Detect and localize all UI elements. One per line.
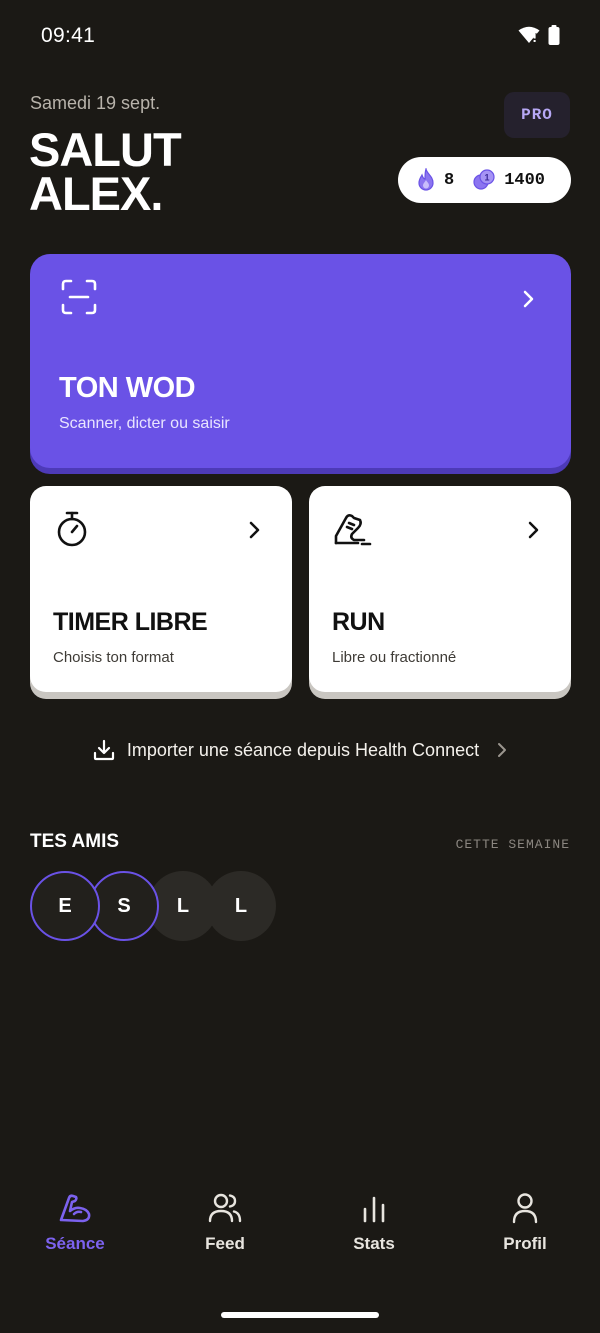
wod-title: TON WOD (59, 372, 196, 404)
streak-stat: 8 (416, 168, 454, 192)
run-card-title: RUN (332, 608, 385, 636)
users-icon (208, 1193, 242, 1223)
coins-icon: 1 (473, 169, 495, 190)
chevron-right-icon (523, 290, 534, 308)
nav-label-feed: Feed (205, 1234, 245, 1253)
nav-label-seance: Séance (45, 1234, 105, 1253)
home-indicator[interactable] (221, 1312, 379, 1318)
bar-chart-icon (363, 1196, 385, 1223)
nav-item-profil[interactable]: Profil (465, 1190, 585, 1254)
scan-icon (61, 279, 97, 315)
friends-period-label: CETTE SEMAINE (455, 837, 570, 852)
chevron-right-icon (498, 743, 507, 757)
running-shoe-icon (334, 514, 372, 546)
nav-item-stats[interactable]: Stats (314, 1190, 434, 1254)
run-card-subtitle: Libre ou fractionné (332, 649, 457, 666)
nav-label-profil: Profil (503, 1234, 547, 1253)
stats-pill[interactable]: 8 1 1400 (398, 157, 571, 203)
friends-title: TES AMIS (30, 831, 120, 852)
pro-badge[interactable]: PRO (504, 92, 570, 138)
coins-stat: 1 1400 (472, 169, 545, 191)
user-icon (512, 1193, 538, 1224)
bottom-nav: Séance Feed Stats Profil (0, 1190, 600, 1280)
timer-card-title: TIMER LIBRE (53, 608, 208, 636)
flame-icon (418, 168, 434, 191)
run-card[interactable]: RUN Libre ou fractionné (309, 486, 571, 692)
nav-label-stats: Stats (353, 1234, 395, 1253)
greeting-title: SALUT ALEX. (29, 123, 182, 220)
flexed-arm-icon (59, 1194, 91, 1223)
wod-card[interactable]: TON WOD Scanner, dicter ou saisir (30, 254, 571, 468)
date-label: Samedi 19 sept. (30, 93, 161, 113)
download-icon (93, 739, 114, 761)
coins-value: 1400 (504, 170, 546, 190)
battery-icon (548, 25, 560, 45)
greeting-line-1: SALUT (29, 123, 182, 176)
import-label: Importer une séance depuis Health Connec… (126, 739, 480, 760)
status-bar: 09:41 (0, 0, 600, 72)
import-health-connect-link[interactable]: Importer une séance depuis Health Connec… (0, 734, 600, 766)
svg-text:1: 1 (485, 173, 490, 183)
nav-item-feed[interactable]: Feed (165, 1190, 285, 1254)
friend-avatar[interactable]: E (30, 871, 100, 941)
streak-value: 8 (444, 170, 455, 190)
stopwatch-icon (57, 511, 87, 547)
chevron-right-icon (528, 521, 539, 539)
status-icons (518, 25, 560, 45)
timer-card[interactable]: TIMER LIBRE Choisis ton format (30, 486, 292, 692)
greeting-line-2: ALEX. (29, 167, 163, 220)
wod-subtitle: Scanner, dicter ou saisir (59, 415, 230, 432)
wifi-icon (518, 26, 540, 43)
nav-item-seance[interactable]: Séance (15, 1190, 135, 1254)
status-time: 09:41 (41, 24, 96, 47)
timer-card-subtitle: Choisis ton format (53, 649, 174, 666)
chevron-right-icon (249, 521, 260, 539)
